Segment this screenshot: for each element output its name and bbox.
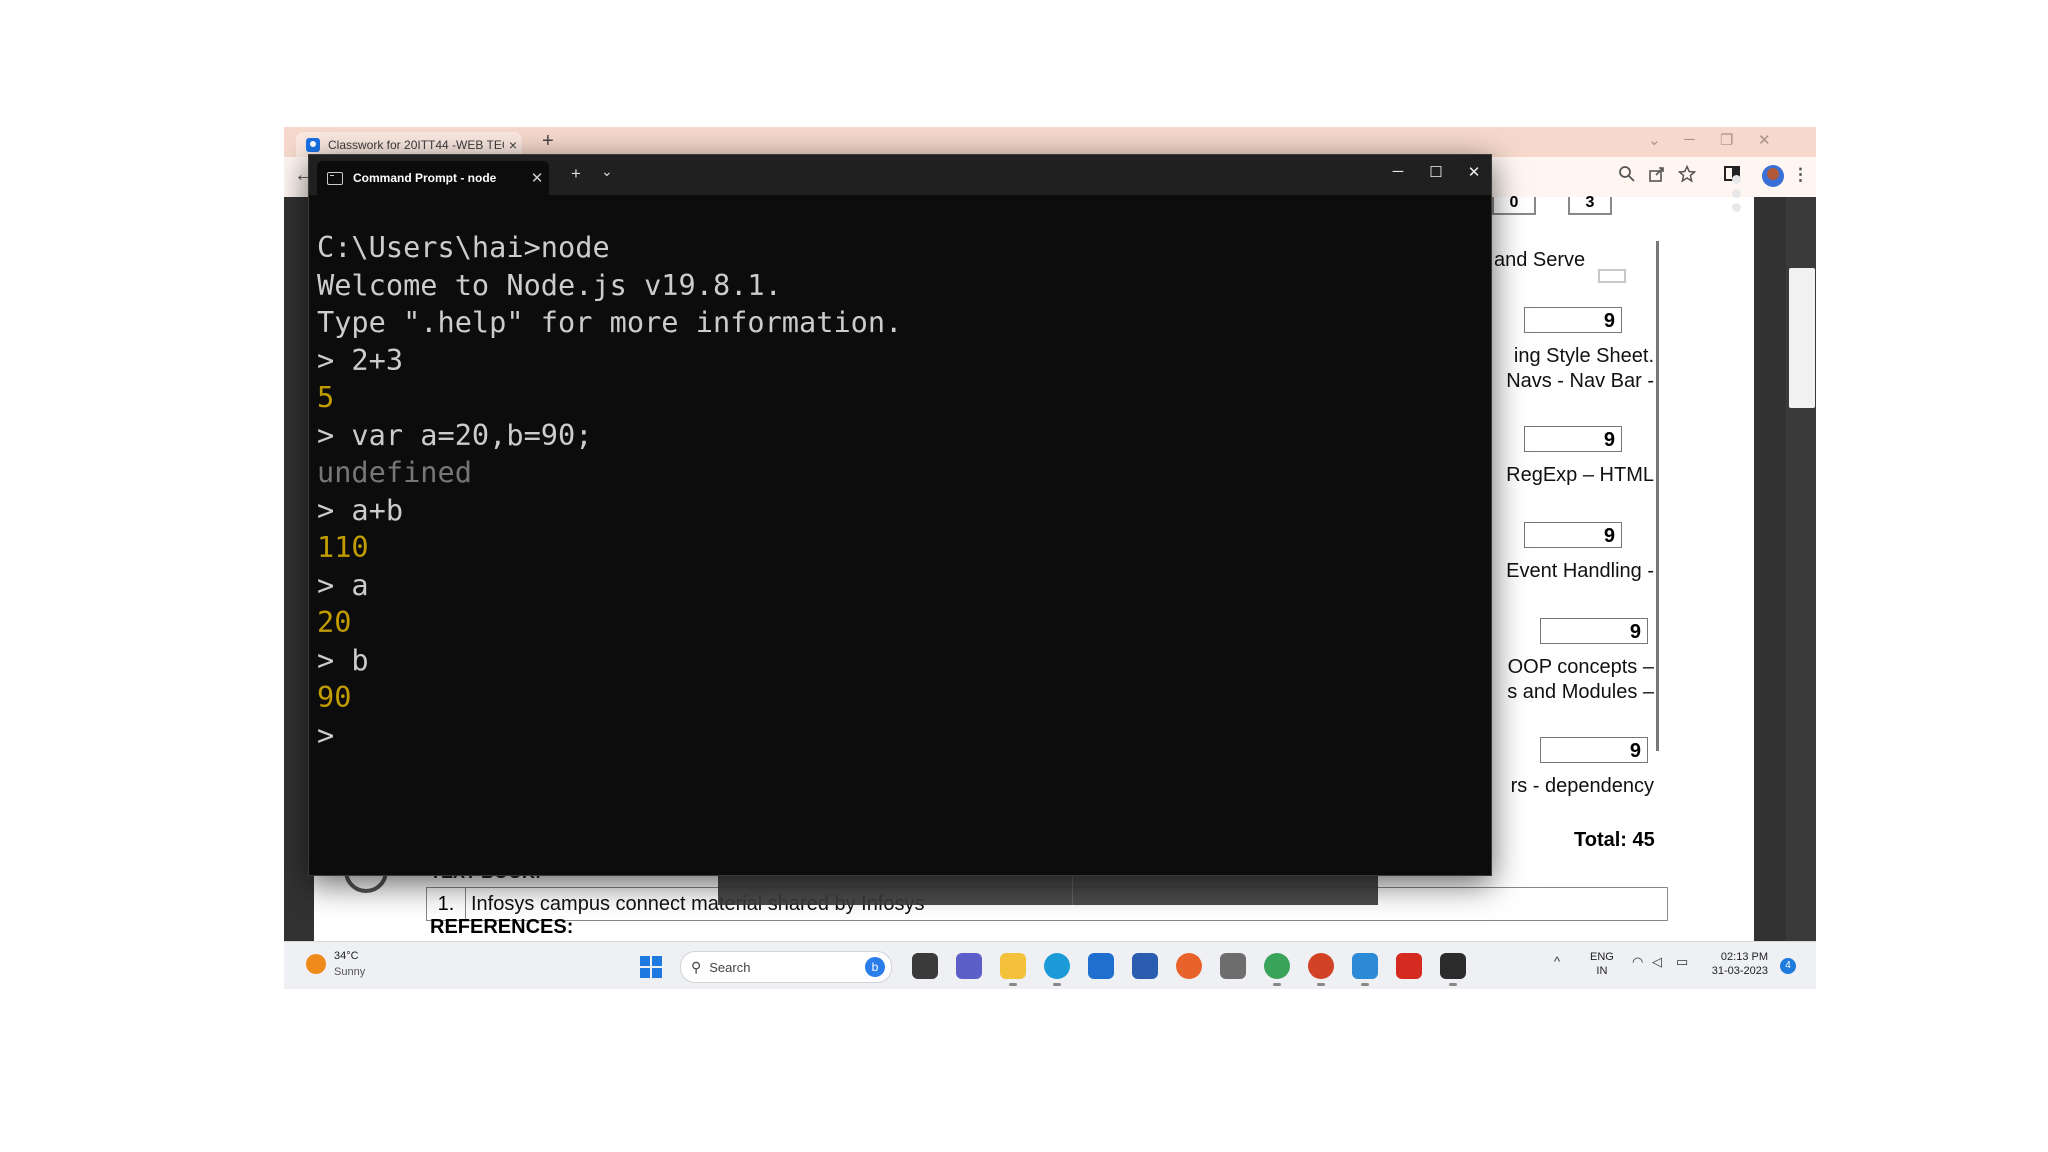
terminal-close-button[interactable]: ✕ bbox=[1459, 163, 1489, 181]
sun-icon[interactable] bbox=[306, 954, 326, 974]
terminal-minimize-button[interactable]: ─ bbox=[1383, 163, 1413, 180]
scrollbar-thumb[interactable] bbox=[1789, 268, 1815, 408]
chrome-tab-bar: Classwork for 20ITT44 -WEB TEC × + ⌄ ─ ❐… bbox=[284, 127, 1816, 157]
battery-icon[interactable]: ▭ bbox=[1676, 954, 1688, 970]
wifi-icon[interactable]: ◠ bbox=[1632, 954, 1643, 970]
console-line: undefined bbox=[317, 455, 472, 489]
chrome-menu-icon[interactable]: ⋮ bbox=[1792, 165, 1809, 185]
terminal-icon[interactable] bbox=[1440, 953, 1466, 986]
unit-4-hours: 9 bbox=[1540, 618, 1648, 644]
search-label: Search bbox=[709, 959, 751, 975]
console-line: Type ".help" for more information. bbox=[317, 305, 903, 339]
unit-6-text: rs - dependency bbox=[1510, 775, 1654, 797]
console-line: 110 bbox=[317, 530, 369, 564]
console-line: > bbox=[317, 717, 335, 752]
total-hours: Total: 45 bbox=[1574, 829, 1655, 851]
clock-date: 31-03-2023 bbox=[1711, 965, 1768, 977]
chrome-tab-search-icon[interactable]: ⌄ bbox=[1648, 131, 1661, 149]
unit-5-text-line1: OOP concepts – bbox=[1507, 656, 1654, 678]
firefox-icon[interactable] bbox=[1176, 953, 1202, 979]
console-line: > a bbox=[317, 567, 369, 602]
table-header-cell: 0 bbox=[1492, 195, 1536, 215]
folder-icon[interactable] bbox=[1000, 953, 1026, 986]
notepad-icon[interactable] bbox=[1352, 953, 1378, 986]
unit-3-hours: 9 bbox=[1524, 522, 1622, 548]
start-button[interactable] bbox=[640, 956, 662, 978]
console-line: 5 bbox=[317, 380, 335, 414]
chrome-close-button[interactable]: ✕ bbox=[1758, 131, 1771, 149]
search-icon: ⚲ bbox=[691, 958, 702, 975]
terminal-maximize-button[interactable]: ☐ bbox=[1421, 163, 1451, 181]
unit-2-text-line2: Navs - Nav Bar - bbox=[1506, 370, 1654, 392]
task-view-icon[interactable] bbox=[912, 953, 938, 979]
taskbar: 34°C Sunny ⚲ Search b ^ ENG IN ◠ ◁ ▭ 02:… bbox=[284, 941, 1816, 989]
unit-3-text: RegExp – HTML bbox=[1506, 464, 1654, 486]
store-icon[interactable] bbox=[1132, 953, 1158, 979]
powerpoint-icon[interactable] bbox=[1308, 953, 1334, 986]
zoom-icon[interactable] bbox=[1618, 165, 1636, 183]
console-line: 20 bbox=[317, 605, 352, 639]
unit-4-text: Event Handling - bbox=[1506, 560, 1654, 582]
bing-icon[interactable]: b bbox=[865, 957, 885, 977]
notification-badge[interactable]: 4 bbox=[1780, 958, 1796, 974]
command-prompt-window[interactable]: Command Prompt - node ✕ + ⌄ ─ ☐ ✕ C:\Use… bbox=[308, 154, 1492, 876]
console-line: > a+b bbox=[317, 492, 404, 527]
language-code: ENG bbox=[1590, 951, 1614, 963]
console-line: Welcome to Node.js v19.8.1. bbox=[317, 267, 782, 302]
star-icon[interactable] bbox=[1678, 165, 1696, 183]
classroom-favicon-icon bbox=[306, 137, 320, 152]
mail-icon[interactable] bbox=[1088, 953, 1114, 979]
printer-icon[interactable] bbox=[1590, 247, 1634, 283]
table-header-cell: 3 bbox=[1568, 195, 1612, 215]
terminal-tab[interactable]: Command Prompt - node ✕ bbox=[317, 161, 549, 195]
weather-condition[interactable]: Sunny bbox=[334, 966, 365, 978]
weather-temperature[interactable]: 34°C bbox=[334, 950, 359, 962]
volume-icon[interactable]: ◁ bbox=[1652, 954, 1662, 970]
chrome-tab-close-icon[interactable]: × bbox=[504, 137, 522, 153]
profile-avatar[interactable] bbox=[1762, 165, 1784, 187]
terminal-tab-title: Command Prompt - node bbox=[353, 171, 497, 185]
more-options-icon[interactable] bbox=[1732, 175, 1741, 217]
chevron-down-icon[interactable]: ⌄ bbox=[601, 163, 613, 180]
console-line: C:\Users\hai>node bbox=[317, 230, 610, 264]
console-line: > var a=20,b=90; bbox=[317, 417, 593, 452]
unit-2-hours: 9 bbox=[1524, 426, 1622, 452]
terminal-new-tab-button[interactable]: + bbox=[571, 164, 581, 184]
scanner-icon[interactable] bbox=[1220, 953, 1246, 979]
chrome-new-tab-button[interactable]: + bbox=[542, 130, 554, 153]
acrobat-icon[interactable] bbox=[1396, 953, 1422, 979]
system-clock[interactable]: 02:13 PM 31-03-2023 bbox=[1708, 950, 1768, 978]
unit-5-text-line2: s and Modules – bbox=[1507, 681, 1654, 703]
edge-icon[interactable] bbox=[1044, 953, 1070, 986]
unit-2-text-line1: ing Style Sheet. bbox=[1513, 345, 1654, 367]
references-heading: REFERENCES: bbox=[430, 916, 574, 938]
unit-1-text: and Serve bbox=[1494, 249, 1586, 271]
language-indicator[interactable]: ENG IN bbox=[1590, 950, 1614, 978]
clock-time: 02:13 PM bbox=[1720, 951, 1768, 963]
chrome-icon[interactable] bbox=[1264, 953, 1290, 986]
unit-1-hours: 9 bbox=[1524, 307, 1622, 333]
console-line: 90 bbox=[317, 680, 352, 714]
teams-chat-icon[interactable] bbox=[956, 953, 982, 979]
table-border bbox=[1656, 241, 1659, 751]
share-icon[interactable] bbox=[1648, 165, 1666, 183]
console-line: > b bbox=[317, 642, 369, 677]
terminal-tab-close-icon[interactable]: ✕ bbox=[525, 169, 549, 187]
tray-chevron-up-icon[interactable]: ^ bbox=[1554, 954, 1560, 969]
taskbar-search[interactable]: ⚲ Search b bbox=[680, 951, 892, 983]
cmd-icon bbox=[327, 171, 343, 185]
terminal-title-bar[interactable]: Command Prompt - node ✕ + ⌄ ─ ☐ ✕ bbox=[309, 155, 1491, 195]
screen: Classwork for 20ITT44 -WEB TEC × + ⌄ ─ ❐… bbox=[284, 127, 1816, 989]
unit-5-hours: 9 bbox=[1540, 737, 1648, 763]
chrome-restore-button[interactable]: ❐ bbox=[1720, 131, 1733, 149]
region-code: IN bbox=[1596, 965, 1608, 977]
console-line: > 2+3 bbox=[317, 342, 404, 377]
chrome-minimize-button[interactable]: ─ bbox=[1684, 131, 1695, 148]
chrome-tab-title: Classwork for 20ITT44 -WEB TEC bbox=[328, 137, 504, 152]
console-output[interactable]: C:\Users\hai>node Welcome to Node.js v19.… bbox=[317, 229, 902, 754]
